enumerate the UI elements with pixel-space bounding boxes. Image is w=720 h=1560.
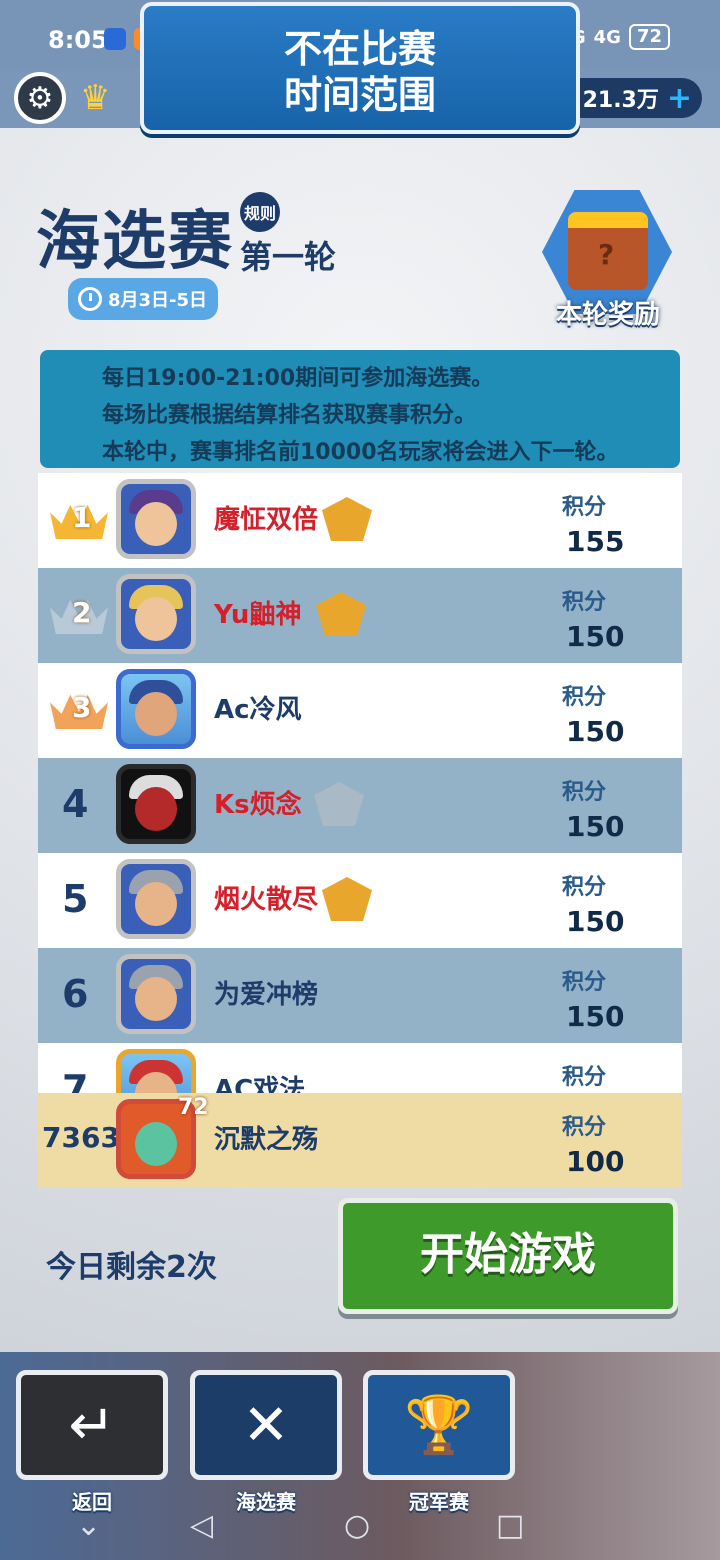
leaderboard-row[interactable]: 4 Ks烦念 积分 150 [38,758,682,853]
leaderboard-row[interactable]: 6 为爱冲榜 积分 150 [38,948,682,1043]
back-button[interactable]: ↵ [16,1370,168,1480]
crown-icon: ♛ [80,78,111,118]
player-name: Yu鼬神 [214,600,302,630]
avatar[interactable] [116,669,196,749]
trophy-icon: 🏆 [404,1393,474,1458]
page-title: 海选赛 [36,205,234,279]
home-circle-icon[interactable]: ○ [344,1508,370,1543]
score-label: 积分 [562,1065,607,1090]
player-name: 为爱冲榜 [214,980,319,1010]
player-name: Ks烦念 [214,790,302,820]
score-label: 积分 [562,780,607,805]
rank-number: 7 [62,1067,89,1093]
score-value: 150 [566,620,625,653]
reward-label: 本轮奖励 [555,300,660,330]
player-name: AC戏法 [214,1075,306,1093]
chevron-down-icon[interactable]: ⌄ [76,1508,101,1543]
level-badge: 72 [178,1095,209,1120]
remaining-attempts: 今日剩余2次 [46,1250,217,1285]
battery-icon: 72 [628,24,670,50]
avatar[interactable] [116,1049,196,1093]
score-label: 积分 [562,590,607,615]
score-label: 积分 [562,685,607,710]
return-arrow-icon: ↵ [68,1392,116,1458]
leaderboard[interactable]: 1 魔怔双倍 积分 155 2 Yu鼬神 积分 150 3 Ac冷风 积分 15… [38,473,682,1093]
info-line: 每日19:00-21:00期间可参加海选赛。 [102,366,494,391]
round-label: 第一轮 [240,238,337,276]
avatar[interactable] [116,479,196,559]
date-range-badge: 8月3日-5日 [68,278,218,320]
score-value: 150 [566,905,625,938]
signal-icon: 4G [593,26,621,48]
system-navigation: ⌄ ◁ ○ □ [0,1500,720,1560]
recents-square-icon[interactable]: □ [496,1508,524,1543]
info-line: 本轮中，赛事排名前10000名玩家将会进入下一轮。 [102,440,619,465]
rank-number: 2 [72,596,92,629]
avatar[interactable] [116,574,196,654]
rules-button[interactable]: 规则 [240,192,280,232]
info-line: 每场比赛根据结算排名获取赛事积分。 [102,403,477,428]
leaderboard-row[interactable]: 2 Yu鼬神 积分 150 [38,568,682,663]
gold-tier-badge-icon [322,877,372,921]
score-label: 积分 [562,495,607,520]
shield-icon [104,28,126,50]
my-score-value: 100 [566,1145,625,1178]
clock-icon [78,287,102,311]
gold-tier-badge-icon [316,592,366,636]
qualifier-tab[interactable]: ✕ [190,1370,342,1480]
start-game-button[interactable]: 开始游戏 [338,1198,678,1314]
diamond-tier-badge-icon [314,782,364,826]
gear-icon[interactable]: ⚙ [14,72,66,124]
score-value: 155 [566,525,625,558]
rank-number: 5 [62,877,89,921]
avatar[interactable] [116,859,196,939]
rank-number: 3 [72,691,92,724]
my-rank-row[interactable]: 7363 72 沉默之殇 积分 100 [38,1093,682,1188]
coin-amount: 21.3万 [582,88,659,113]
leaderboard-row[interactable]: 7 AC戏法 积分 [38,1043,682,1093]
player-name: 魔怔双倍 [214,505,319,535]
rank-number: 6 [62,972,89,1016]
score-value: 150 [566,1000,625,1033]
coin-balance[interactable]: 21.3万 + [562,78,702,118]
score-label: 积分 [562,875,607,900]
gift-box-icon [568,212,648,290]
player-name: Ac冷风 [214,695,302,725]
avatar[interactable] [116,764,196,844]
leaderboard-row[interactable]: 5 烟火散尽 积分 150 [38,853,682,948]
round-reward-button[interactable]: 本轮奖励 [524,190,692,330]
score-label: 积分 [562,1115,607,1140]
gold-tier-badge-icon [322,497,372,541]
avatar[interactable] [116,954,196,1034]
my-player-name: 沉默之殇 [214,1125,319,1155]
player-name: 烟火散尽 [214,885,319,915]
score-value: 150 [566,715,625,748]
score-value: 150 [566,810,625,843]
leaderboard-row[interactable]: 1 魔怔双倍 积分 155 [38,473,682,568]
add-coins-icon[interactable]: + [667,81,692,116]
crossed-flags-icon: ✕ [242,1392,290,1458]
rank-number: 4 [62,782,89,826]
my-rank-number: 7363 [42,1121,120,1154]
score-label: 积分 [562,970,607,995]
champion-tab[interactable]: 🏆 [363,1370,515,1480]
leaderboard-row[interactable]: 3 Ac冷风 积分 150 [38,663,682,758]
date-range: 8月3日-5日 [108,290,208,311]
rank-number: 1 [72,501,92,534]
toast-message: 不在比赛 时间范围 [140,2,580,134]
rules-info-box: 每日19:00-21:00期间可参加海选赛。 每场比赛根据结算排名获取赛事积分。… [40,350,680,468]
status-time: 8:05 [48,26,108,54]
back-triangle-icon[interactable]: ◁ [190,1508,213,1543]
